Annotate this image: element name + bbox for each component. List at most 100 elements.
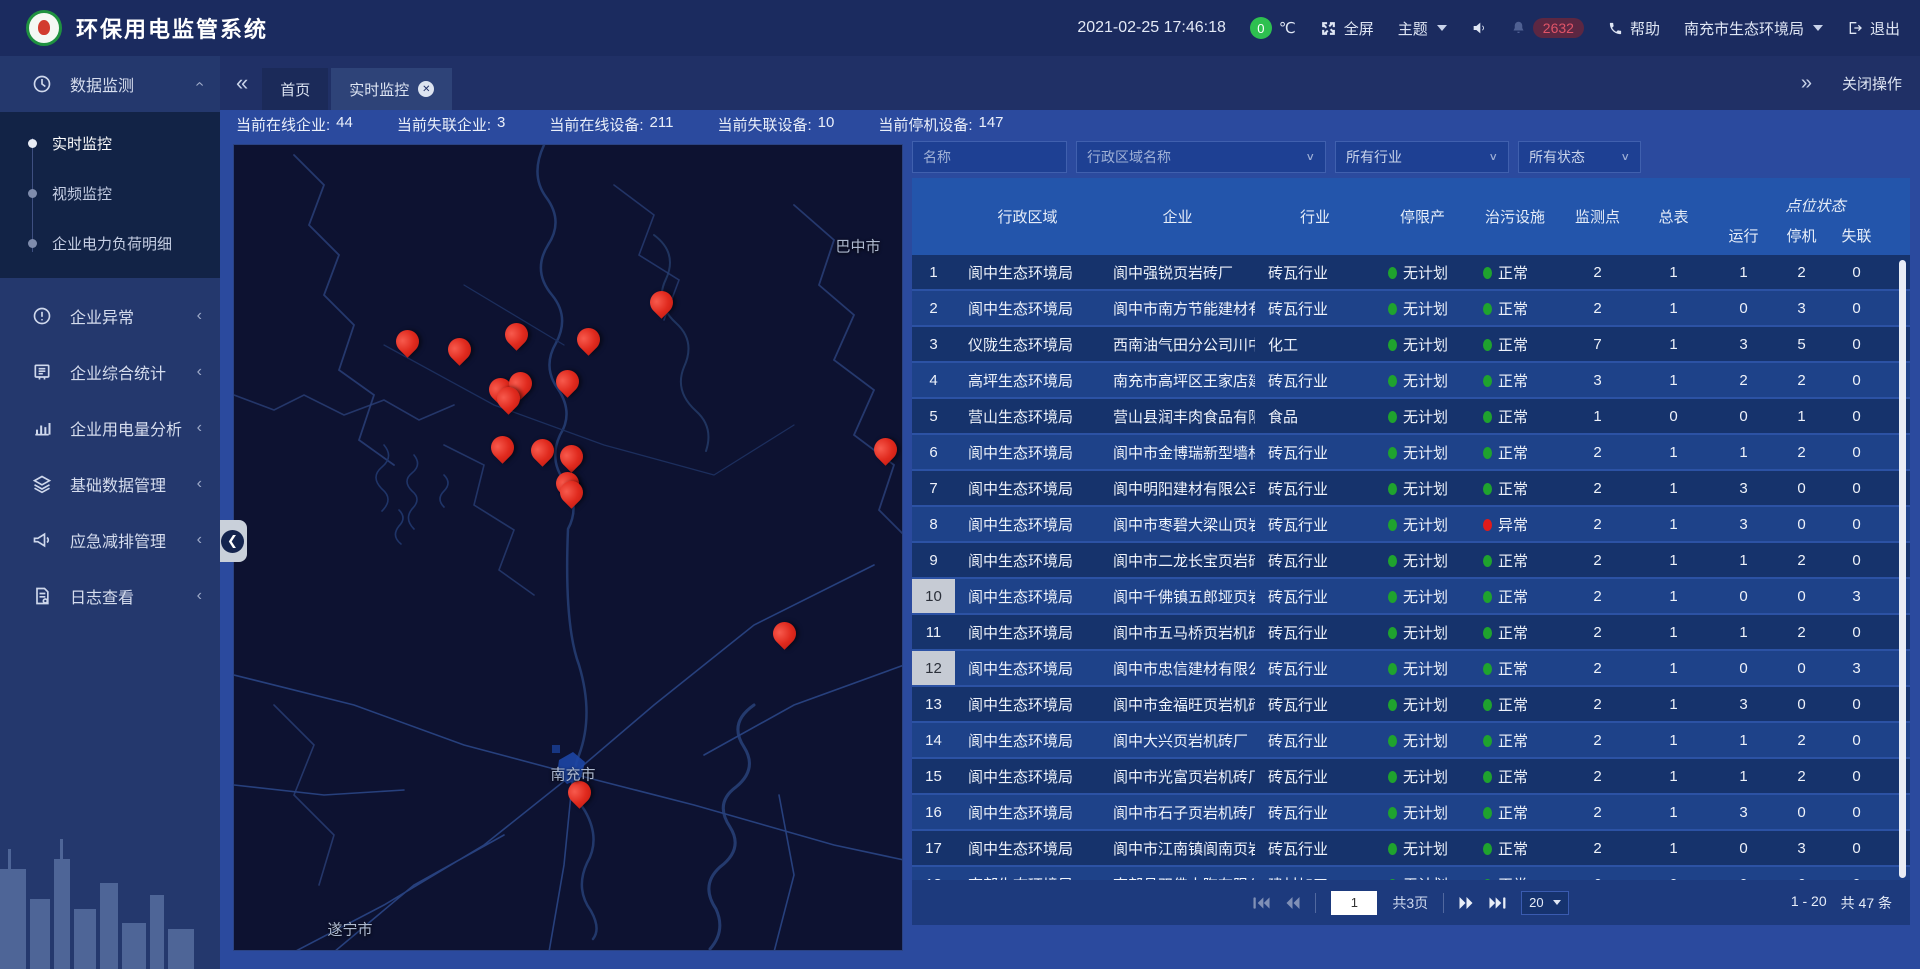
name-filter[interactable] <box>912 141 1067 173</box>
logout-button[interactable]: 退出 <box>1847 18 1900 39</box>
sidebar-item-emergency-reduction[interactable]: 应急减排管理 ‹ <box>0 512 220 568</box>
map-pin[interactable] <box>500 318 533 351</box>
theme-dropdown[interactable]: 主题 <box>1398 18 1447 39</box>
facility-status-dot <box>1483 375 1492 387</box>
pager-last-icon[interactable] <box>1489 896 1506 910</box>
table-row[interactable]: 3 仪陇生态环境局 西南油气田分公司川中 化工 无计划 正常 7 1 3 5 0 <box>912 327 1910 363</box>
facility-status-dot <box>1483 843 1492 855</box>
org-dropdown[interactable]: 南充市生态环境局 <box>1684 18 1823 39</box>
table-row[interactable]: 16 阆中生态环境局 阆中市石子页岩机砖厂 砖瓦行业 无计划 正常 2 1 3 … <box>912 795 1910 831</box>
cell-industry: 砖瓦行业 <box>1255 802 1375 823</box>
map-pin[interactable] <box>768 617 801 650</box>
tab-home[interactable]: 首页 <box>262 68 328 110</box>
table-row[interactable]: 12 阆中生态环境局 阆中市忠信建材有限公 砖瓦行业 无计划 正常 2 1 0 … <box>912 651 1910 687</box>
map-pin[interactable] <box>391 325 424 358</box>
cell-points: 1 <box>1560 408 1635 425</box>
cell-lost: 0 <box>1828 840 1885 857</box>
chevron-down-icon: ∨ <box>1305 151 1315 164</box>
status-select[interactable]: 所有状态 ∨ <box>1518 141 1641 173</box>
cell-facility: 正常 <box>1498 337 1528 354</box>
cell-meters: 1 <box>1635 444 1712 461</box>
cell-region: 阆中生态环境局 <box>955 694 1100 715</box>
cell-stop: 2 <box>1775 732 1828 749</box>
limit-status-dot <box>1388 591 1397 603</box>
table-row[interactable]: 2 阆中生态环境局 阆中市南方节能建材有 砖瓦行业 无计划 正常 2 1 0 3… <box>912 291 1910 327</box>
table-row[interactable]: 17 阆中生态环境局 阆中市江南镇阆南页岩 砖瓦行业 无计划 正常 2 1 0 … <box>912 831 1910 867</box>
map-pin[interactable] <box>645 286 678 319</box>
map-pin-layer: 巴中市南充市遂宁市 <box>234 145 902 950</box>
table-row[interactable]: 5 营山生态环境局 营山县润丰肉食品有限 食品 无计划 正常 1 0 0 1 0 <box>912 399 1910 435</box>
tabs-scroll-right-icon[interactable]: » <box>1801 73 1812 93</box>
limit-status-dot <box>1388 843 1397 855</box>
pager-prev-icon[interactable] <box>1285 896 1300 910</box>
map-pin[interactable] <box>869 433 902 466</box>
row-number: 12 <box>925 660 942 677</box>
table-row[interactable]: 1 阆中生态环境局 阆中强锐页岩砖厂 砖瓦行业 无计划 正常 2 1 1 2 0 <box>912 255 1910 291</box>
sidebar-item-realtime-monitor[interactable]: 实时监控 <box>0 118 220 168</box>
table-row[interactable]: 14 阆中生态环境局 阆中大兴页岩机砖厂 砖瓦行业 无计划 正常 2 1 1 2… <box>912 723 1910 759</box>
sidebar-item-video-monitor[interactable]: 视频监控 <box>0 168 220 218</box>
phone-icon <box>1608 21 1623 36</box>
sidebar-item-data-monitoring[interactable]: 数据监测 ‹ <box>0 56 220 112</box>
limit-status-dot <box>1388 267 1397 279</box>
help-button[interactable]: 帮助 <box>1608 18 1660 39</box>
map-pin[interactable] <box>526 434 559 467</box>
cell-limit: 无计划 <box>1403 337 1448 354</box>
tab-close-icon[interactable]: ✕ <box>418 81 434 97</box>
cell-facility: 正常 <box>1498 265 1528 282</box>
page-number-input[interactable]: 1 <box>1331 891 1377 915</box>
map-pin[interactable] <box>443 333 476 366</box>
pager-first-icon[interactable] <box>1253 896 1270 910</box>
industry-select-value: 所有行业 <box>1346 147 1402 167</box>
region-select[interactable]: 行政区域名称 ∨ <box>1076 141 1326 173</box>
row-number: 4 <box>929 372 937 389</box>
status-select-value: 所有状态 <box>1529 147 1585 167</box>
map-pin[interactable] <box>486 431 519 464</box>
bullet-dot-icon <box>28 189 37 198</box>
fullscreen-button[interactable]: 全屏 <box>1320 18 1374 39</box>
pager-next-icon[interactable] <box>1459 896 1474 910</box>
page-size-value: 20 <box>1529 895 1543 910</box>
cell-company: 南充市高坪区王家店建 <box>1100 370 1255 391</box>
cell-company: 阆中大兴页岩机砖厂 <box>1100 730 1255 751</box>
panel-collapse-button[interactable]: ❮ <box>220 520 247 562</box>
facility-status-dot <box>1483 735 1492 747</box>
table-row[interactable]: 6 阆中生态环境局 阆中市金博瑞新型墙材 砖瓦行业 无计划 正常 2 1 1 2… <box>912 435 1910 471</box>
page-size-select[interactable]: 20 <box>1521 891 1568 915</box>
table-row[interactable]: 8 阆中生态环境局 阆中市枣碧大梁山页岩 砖瓦行业 无计划 异常 2 1 3 0… <box>912 507 1910 543</box>
map-pin[interactable] <box>555 440 588 473</box>
caret-down-icon <box>1437 25 1447 31</box>
alerts-button[interactable]: 2632 <box>1511 18 1584 38</box>
table-row[interactable]: 7 阆中生态环境局 阆中明阳建材有限公司 砖瓦行业 无计划 正常 2 1 3 0… <box>912 471 1910 507</box>
close-operations-button[interactable]: 关闭操作 <box>1842 73 1902 94</box>
table-row[interactable]: 9 阆中生态环境局 阆中市二龙长宝页岩砖 砖瓦行业 无计划 正常 2 1 1 2… <box>912 543 1910 579</box>
sidebar-item-power-load-detail[interactable]: 企业电力负荷明细 <box>0 218 220 268</box>
announce-button[interactable] <box>1471 20 1487 36</box>
total-label: 共 47 条 <box>1841 893 1892 913</box>
total-pages-label: 共3页 <box>1392 893 1428 913</box>
table-row[interactable]: 10 阆中生态环境局 阆中千佛镇五郎垭页岩 砖瓦行业 无计划 正常 2 1 0 … <box>912 579 1910 615</box>
sidebar-item-enterprise-statistics[interactable]: 企业综合统计 ‹ <box>0 344 220 400</box>
table-scrollbar-thumb[interactable] <box>1899 260 1906 878</box>
facility-status-dot <box>1483 699 1492 711</box>
industry-select[interactable]: 所有行业 ∨ <box>1335 141 1509 173</box>
temperature: 0 ℃ <box>1250 17 1296 39</box>
sidebar-item-power-analysis[interactable]: 企业用电量分析 ‹ <box>0 400 220 456</box>
table-row[interactable]: 18 南部生态环境局 南部县双佛土陶有限公 建材加工 无计划 正常 6 0 0 … <box>912 867 1910 880</box>
map-pin[interactable] <box>572 323 605 356</box>
sidebar-item-enterprise-anomaly[interactable]: 企业异常 ‹ <box>0 288 220 344</box>
map-pin[interactable] <box>551 365 584 398</box>
table-row[interactable]: 15 阆中生态环境局 阆中市光富页岩机砖厂 砖瓦行业 无计划 正常 2 1 1 … <box>912 759 1910 795</box>
table-row[interactable]: 11 阆中生态环境局 阆中市五马桥页岩机砖 砖瓦行业 无计划 正常 2 1 1 … <box>912 615 1910 651</box>
map-canvas[interactable]: 巴中市南充市遂宁市 <box>233 144 903 951</box>
cell-industry: 砖瓦行业 <box>1255 514 1375 535</box>
cell-industry: 砖瓦行业 <box>1255 730 1375 751</box>
table-row[interactable]: 4 高坪生态环境局 南充市高坪区王家店建 砖瓦行业 无计划 正常 3 1 2 2… <box>912 363 1910 399</box>
sidebar-item-log-view[interactable]: 日志查看 ‹ <box>0 568 220 624</box>
sidebar-item-basic-data[interactable]: 基础数据管理 ‹ <box>0 456 220 512</box>
name-input[interactable] <box>923 149 1056 165</box>
table-row[interactable]: 13 阆中生态环境局 阆中市金福旺页岩机砖 砖瓦行业 无计划 正常 2 1 3 … <box>912 687 1910 723</box>
cell-facility: 正常 <box>1498 661 1528 678</box>
tabs-scroll-left-icon[interactable]: « <box>236 72 248 94</box>
tab-realtime-monitor[interactable]: 实时监控 ✕ <box>331 68 452 110</box>
